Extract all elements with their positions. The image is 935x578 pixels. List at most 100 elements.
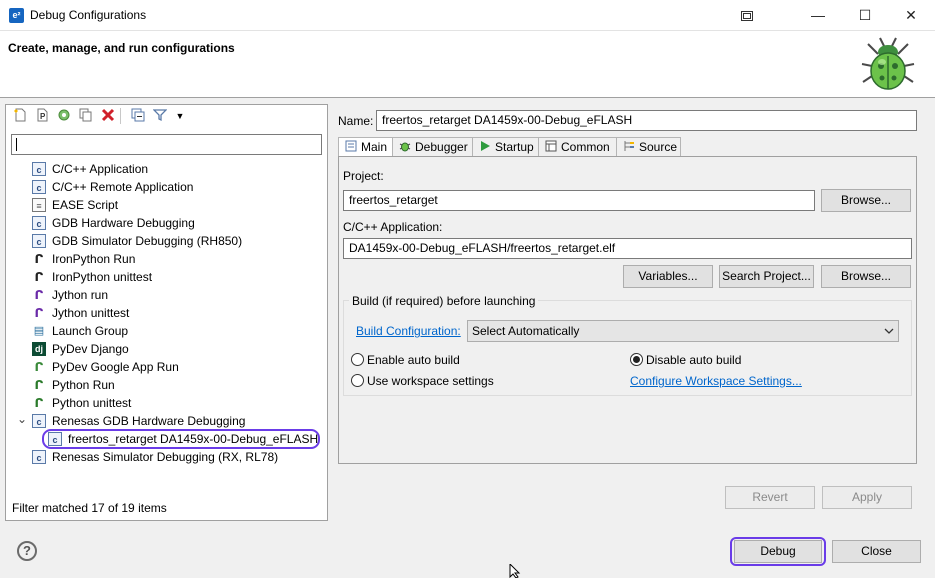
window-title: Debug Configurations — [30, 8, 147, 22]
python-icon: ᒋ — [34, 378, 44, 392]
tab-label: Debugger — [415, 140, 468, 154]
export-button[interactable] — [56, 108, 72, 124]
tab-common[interactable]: Common — [538, 137, 617, 157]
enable-auto-build-label: Enable auto build — [367, 353, 460, 367]
c-app-icon: c — [32, 234, 46, 248]
minimize-button[interactable]: — — [795, 0, 841, 31]
c-app-icon: c — [32, 414, 46, 428]
new-file-icon — [14, 108, 26, 122]
ease-script-icon: ≡ — [32, 198, 46, 212]
disable-auto-build-label: Disable auto build — [646, 353, 742, 367]
tree-item-label: Renesas GDB Hardware Debugging — [52, 414, 246, 428]
export-icon — [58, 109, 70, 121]
build-configuration-select[interactable]: Select Automatically — [467, 320, 899, 342]
apply-button[interactable]: Apply — [822, 486, 912, 509]
collapse-all-button[interactable] — [130, 108, 146, 124]
tree-item-label: PyDev Google App Run — [52, 360, 179, 374]
application-browse-button[interactable]: Browse... — [821, 265, 911, 288]
selected-configuration-highlight — [42, 429, 320, 449]
google-app-icon: ᒋ — [34, 360, 44, 374]
tree-item-label: PyDev Django — [52, 342, 129, 356]
name-input[interactable]: freertos_retarget DA1459x-00-Debug_eFLAS… — [376, 110, 917, 131]
tree-item-label: C/C++ Remote Application — [52, 180, 194, 194]
tree-item-label: Python Run — [52, 378, 115, 392]
filter-input[interactable] — [11, 134, 322, 155]
tab-label: Startup — [495, 140, 534, 154]
restore-icon — [741, 11, 753, 21]
name-label: Name: — [338, 114, 374, 128]
c-app-icon: c — [32, 180, 46, 194]
filter-button[interactable] — [152, 108, 168, 124]
tab-source[interactable]: Source — [616, 137, 681, 157]
tree-item-label: Renesas Simulator Debugging (RX, RL78) — [52, 450, 279, 464]
django-icon: dj — [32, 342, 46, 356]
tree-item-label: Jython run — [52, 288, 109, 302]
tree-item-label: Python unittest — [52, 396, 132, 410]
tree-item-label: GDB Simulator Debugging (RH850) — [52, 234, 243, 248]
tree-item-label: C/C++ Application — [52, 162, 149, 176]
tab-label: Common — [561, 140, 610, 154]
app-icon: e² — [9, 8, 24, 23]
filter-status: Filter matched 17 of 19 items — [12, 501, 167, 515]
delete-icon — [101, 108, 115, 122]
c-app-icon: c — [32, 450, 46, 464]
filter-menu-chevron-down-icon[interactable]: ▼ — [172, 108, 188, 124]
jython-unittest-icon: ᒋ — [34, 306, 44, 320]
close-window-button[interactable]: ✕ — [888, 0, 934, 31]
application-input[interactable]: DA1459x-00-Debug_eFLASH/freertos_retarge… — [343, 238, 912, 259]
duplicate-icon — [79, 108, 92, 122]
ironpython-icon: ᒋ — [34, 252, 44, 266]
tab-debugger[interactable]: Debugger — [392, 137, 473, 157]
tree-item-label: GDB Hardware Debugging — [52, 216, 195, 230]
prototype-icon: P — [37, 108, 48, 122]
startup-tab-icon — [478, 140, 492, 154]
chevron-down-icon — [884, 321, 894, 349]
python-unittest-icon: ᒋ — [34, 396, 44, 410]
delete-button[interactable] — [100, 108, 116, 124]
toolbar-separator — [120, 108, 121, 124]
header-title: Create, manage, and run configurations — [8, 41, 235, 55]
close-button[interactable]: Close — [832, 540, 921, 563]
restore-icon-button[interactable] — [724, 0, 770, 31]
disable-auto-build-radio[interactable] — [630, 353, 643, 366]
debugger-tab-icon — [398, 140, 412, 154]
text-caret — [16, 138, 17, 151]
filter-icon — [152, 109, 168, 122]
new-configuration-button[interactable] — [12, 108, 28, 124]
configure-workspace-link[interactable]: Configure Workspace Settings... — [630, 374, 802, 388]
search-project-button[interactable]: Search Project... — [719, 265, 814, 288]
build-configuration-link[interactable]: Build Configuration: — [356, 324, 461, 338]
enable-auto-build-radio[interactable] — [351, 353, 364, 366]
use-workspace-settings-label: Use workspace settings — [367, 374, 494, 388]
use-workspace-settings-radio[interactable] — [351, 374, 364, 387]
application-label: C/C++ Application: — [343, 220, 443, 234]
source-tab-icon — [622, 140, 636, 154]
build-configuration-value: Select Automatically — [472, 324, 580, 338]
revert-button[interactable]: Revert — [725, 486, 815, 509]
tab-label: Source — [639, 140, 678, 154]
bug-icon — [861, 37, 915, 90]
ironpython-unittest-icon: ᒋ — [34, 270, 44, 284]
expand-chevron-down-icon[interactable]: ⌄ — [17, 412, 27, 426]
svg-text:P: P — [40, 112, 46, 121]
build-group-title: Build (if required) before launching — [349, 294, 539, 308]
duplicate-button[interactable] — [78, 108, 94, 124]
maximize-button[interactable]: ☐ — [842, 0, 888, 31]
tree-item-label: Jython unittest — [52, 306, 130, 320]
project-label: Project: — [343, 169, 384, 183]
tree-item-label: IronPython Run — [52, 252, 136, 266]
tree-item-label: IronPython unittest — [52, 270, 153, 284]
tab-startup[interactable]: Startup — [472, 137, 539, 157]
main-tab-icon — [344, 140, 358, 154]
c-app-icon: c — [32, 162, 46, 176]
tab-label: Main — [361, 140, 388, 154]
c-app-icon: c — [32, 216, 46, 230]
tab-main[interactable]: Main — [338, 137, 393, 158]
debug-button[interactable]: Debug — [734, 540, 822, 563]
project-input[interactable]: freertos_retarget — [343, 190, 815, 211]
help-icon[interactable]: ? — [17, 541, 37, 561]
new-prototype-button[interactable]: P — [34, 108, 50, 124]
project-browse-button[interactable]: Browse... — [821, 189, 911, 212]
tree-item-label: EASE Script — [52, 198, 119, 212]
variables-button[interactable]: Variables... — [623, 265, 713, 288]
